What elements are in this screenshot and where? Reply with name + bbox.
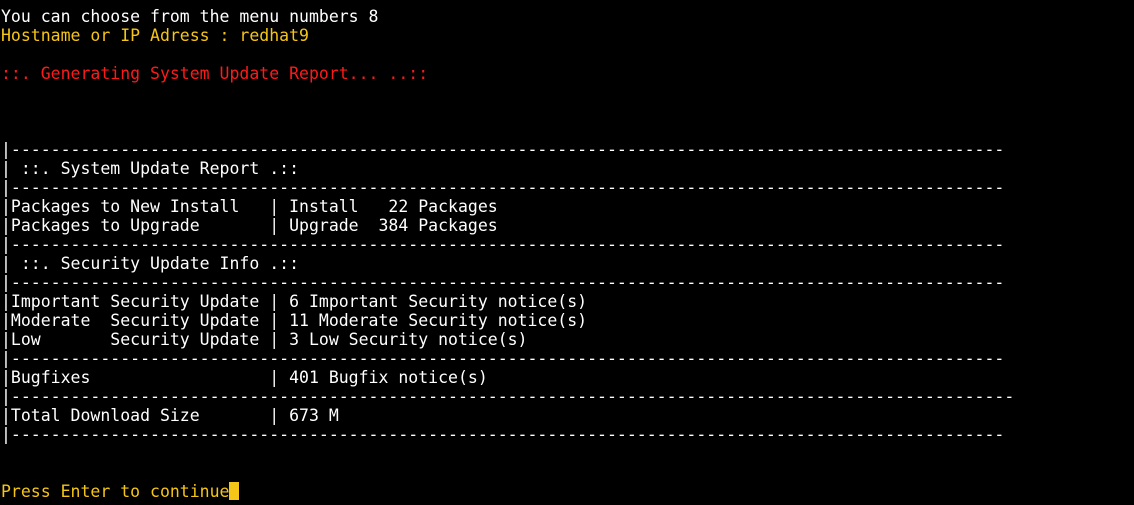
table-row-new-install: |Packages to New Install | Install 22 Pa… — [1, 197, 498, 216]
security-section-title: | ::. Security Update Info .:: — [1, 254, 300, 273]
table-row-upgrade: |Packages to Upgrade | Upgrade 384 Packa… — [1, 216, 498, 235]
table-row-total-download: |Total Download Size | 673 M — [1, 406, 339, 425]
press-enter-prompt[interactable]: Press Enter to continue — [1, 482, 240, 501]
table-border-top: |---------------------------------------… — [1, 140, 1005, 159]
table-divider: |---------------------------------------… — [1, 387, 1015, 406]
table-divider: |---------------------------------------… — [1, 273, 1005, 292]
table-divider: |---------------------------------------… — [1, 235, 1005, 254]
terminal-window[interactable]: You can choose from the menu numbers 8 H… — [0, 0, 1134, 505]
table-row-low-security: |Low Security Update | 3 Low Security no… — [1, 330, 528, 349]
menu-choice-line: You can choose from the menu numbers 8 — [1, 7, 379, 26]
table-row-bugfixes: |Bugfixes | 401 Bugfix notice(s) — [1, 368, 488, 387]
table-divider: |---------------------------------------… — [1, 178, 1005, 197]
hostname-line: Hostname or IP Adress : redhat9 — [1, 26, 309, 45]
press-enter-label: Press Enter to continue — [1, 482, 230, 501]
table-border-bottom: |---------------------------------------… — [1, 425, 1005, 444]
table-row-moderate-security: |Moderate Security Update | 11 Moderate … — [1, 311, 588, 330]
report-title: | ::. System Update Report .:: — [1, 159, 300, 178]
table-divider: |---------------------------------------… — [1, 349, 1005, 368]
generating-report-status: ::. Generating System Update Report... .… — [1, 64, 429, 83]
cursor-block — [229, 482, 240, 500]
table-row-important-security: |Important Security Update | 6 Important… — [1, 292, 588, 311]
